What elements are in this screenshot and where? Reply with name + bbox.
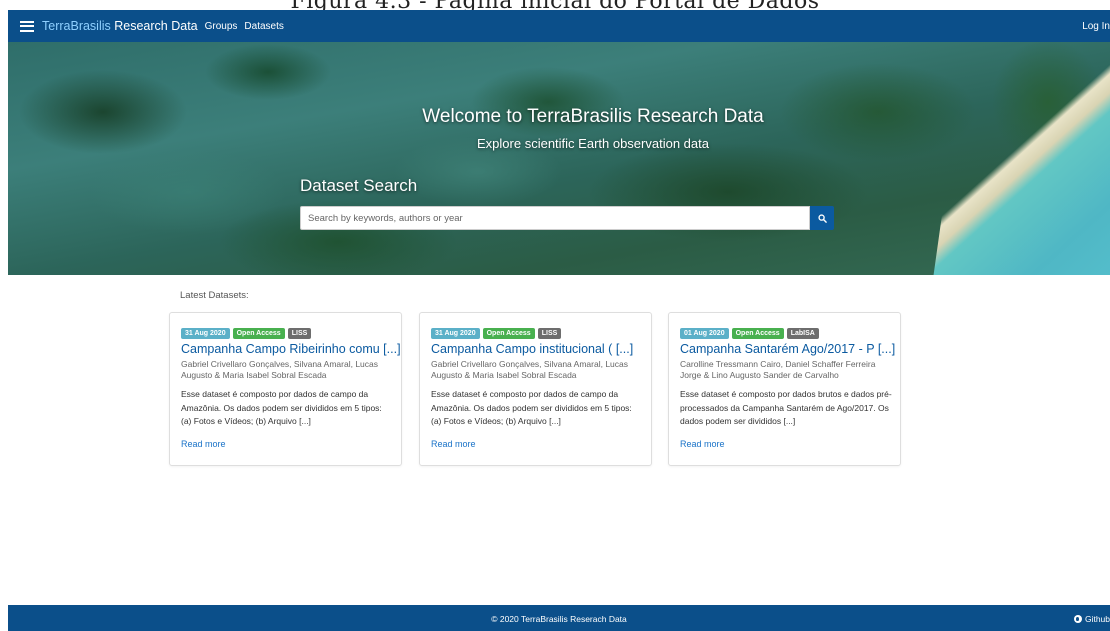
dataset-tags: 31 Aug 2020 Open Access LISS (431, 328, 562, 339)
hero-background-image (930, 42, 1110, 275)
group-badge: LabISA (786, 328, 819, 339)
search-heading: Dataset Search (300, 176, 418, 195)
dataset-title-link[interactable]: Campanha Campo Ribeirinho comu [...] (181, 342, 401, 356)
hero-subtitle: Explore scientific Earth observation dat… (477, 136, 709, 151)
nav-link-groups[interactable]: Groups (205, 21, 238, 32)
brand-name-part2: Research Data (110, 19, 198, 33)
nav-link-datasets[interactable]: Datasets (244, 21, 283, 32)
read-more-link[interactable]: Read more (680, 439, 725, 449)
github-icon (1073, 615, 1082, 623)
hero-title: Welcome to TerraBrasilis Research Data (422, 106, 764, 127)
dataset-authors: Gabriel Crivellaro Gonçalves, Silvana Am… (431, 359, 629, 380)
login-link[interactable]: Log In (1082, 21, 1110, 32)
dataset-card: 01 Aug 2020 Open Access LabISA Campanha … (668, 312, 901, 466)
access-badge: Open Access (232, 328, 285, 339)
dataset-card: 31 Aug 2020 Open Access LISS Campanha Ca… (169, 312, 402, 466)
github-label: Github (1084, 614, 1110, 624)
date-badge: 31 Aug 2020 (431, 328, 480, 339)
figure-caption: Figura 4.3 - Página inicial do Portal de… (0, 0, 1110, 10)
search-icon (817, 213, 827, 223)
latest-datasets-heading: Latest Datasets: (180, 290, 249, 301)
read-more-link[interactable]: Read more (181, 439, 226, 449)
hamburger-menu-icon[interactable] (20, 20, 34, 32)
read-more-link[interactable]: Read more (431, 439, 476, 449)
brand-logo-link[interactable]: TerraBrasilis Research Data (42, 19, 198, 33)
dataset-card: 31 Aug 2020 Open Access LISS Campanha Ca… (419, 312, 652, 466)
date-badge: 31 Aug 2020 (181, 328, 230, 339)
dataset-search-input[interactable] (300, 206, 810, 230)
dataset-description: Esse dataset é composto por dados de cam… (431, 389, 632, 426)
top-navbar: TerraBrasilis Research Data Groups Datas… (8, 10, 1110, 42)
dataset-authors: Gabriel Crivellaro Gonçalves, Silvana Am… (181, 359, 379, 380)
dataset-description: Esse dataset é composto por dados brutos… (680, 389, 892, 426)
github-link[interactable]: Github (1073, 614, 1110, 624)
dataset-authors: Carolline Tressmann Cairo, Daniel Schaff… (680, 359, 876, 380)
figure-caption-text: Figura 4.3 - Página inicial do Portal de… (0, 0, 1110, 10)
dataset-tags: 31 Aug 2020 Open Access LISS (181, 328, 312, 339)
dataset-title-link[interactable]: Campanha Campo institucional ( [...] (431, 342, 643, 356)
dataset-title-link[interactable]: Campanha Santarém Ago/2017 - P [...] (680, 342, 895, 356)
brand-name-part1: TerraBrasilis (42, 19, 111, 33)
search-button[interactable] (810, 206, 834, 230)
access-badge: Open Access (731, 328, 784, 339)
dataset-tags: 01 Aug 2020 Open Access LabISA (680, 328, 819, 339)
footer-copyright: © 2020 TerraBrasilis Reserach Data (491, 614, 627, 624)
date-badge: 01 Aug 2020 (680, 328, 729, 339)
page-footer: © 2020 TerraBrasilis Reserach Data Githu… (8, 605, 1110, 631)
group-badge: LISS (287, 328, 312, 339)
access-badge: Open Access (482, 328, 535, 339)
dataset-description: Esse dataset é composto por dados de cam… (181, 389, 382, 426)
group-badge: LISS (537, 328, 562, 339)
hero-banner: Welcome to TerraBrasilis Research Data E… (8, 42, 1110, 275)
